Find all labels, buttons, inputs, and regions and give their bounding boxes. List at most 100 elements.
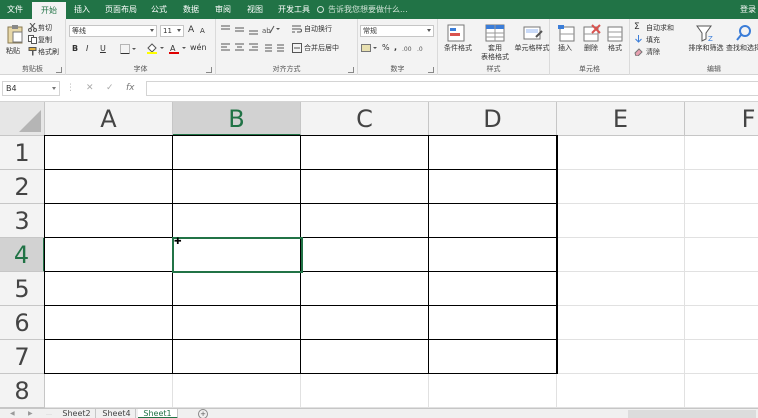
cell-c1[interactable] — [301, 136, 429, 170]
italic-button[interactable]: I — [86, 44, 88, 53]
cell-a2[interactable] — [45, 170, 173, 204]
copy-icon[interactable] — [28, 35, 37, 44]
cell-c4[interactable] — [301, 238, 429, 272]
tell-me-search[interactable]: 告诉我您想要做什么... — [317, 0, 408, 19]
conditional-format-button[interactable]: 条件格式 — [438, 44, 478, 53]
format-as-table-label-2[interactable]: 表格格式 — [476, 53, 514, 62]
sheet-next-icon[interactable]: ▶ — [28, 409, 33, 418]
borders-icon[interactable] — [120, 44, 136, 54]
tab-formulas[interactable]: 公式 — [146, 0, 172, 19]
cell-b3[interactable] — [173, 204, 301, 238]
comma-button[interactable]: , — [394, 43, 397, 52]
cell-c5[interactable] — [301, 272, 429, 306]
underline-button[interactable]: U — [100, 44, 106, 53]
merge-center-button[interactable]: 合并后居中 — [304, 43, 339, 53]
cell-e6[interactable] — [557, 306, 685, 340]
copy-button[interactable]: 复制 — [38, 35, 52, 45]
select-all-button[interactable] — [0, 102, 45, 136]
sheet-tab-sheet4[interactable]: Sheet4 — [98, 409, 136, 418]
cell-d5[interactable] — [429, 272, 557, 306]
cell-d1[interactable] — [429, 136, 557, 170]
insert-cells-icon[interactable] — [556, 23, 578, 43]
sheet-prev-icon[interactable]: ◀ — [10, 409, 15, 418]
alignment-launcher-icon[interactable] — [348, 67, 354, 73]
sort-filter-icon[interactable]: Z — [694, 23, 716, 43]
cell-a5[interactable] — [45, 272, 173, 306]
row-header-7[interactable]: 7 — [0, 340, 45, 374]
fill-button[interactable]: 填充 — [646, 35, 660, 45]
cell-d3[interactable] — [429, 204, 557, 238]
cell-a6[interactable] — [45, 306, 173, 340]
cell-e3[interactable] — [557, 204, 685, 238]
wrap-text-icon[interactable] — [292, 24, 302, 34]
sort-filter-button[interactable]: 排序和筛选 — [684, 44, 728, 53]
cell-e7[interactable] — [557, 340, 685, 374]
column-header-b[interactable]: B — [173, 102, 301, 136]
cancel-icon[interactable]: ✕ — [86, 81, 94, 96]
percent-button[interactable]: % — [382, 43, 390, 52]
cell-b7[interactable] — [173, 340, 301, 374]
cell-c6[interactable] — [301, 306, 429, 340]
font-size-select[interactable]: 11 — [160, 25, 184, 37]
tab-view[interactable]: 视图 — [242, 0, 268, 19]
format-as-table-icon[interactable] — [484, 23, 506, 43]
active-cell[interactable] — [172, 237, 303, 273]
paste-button-label[interactable]: 粘贴 — [6, 46, 20, 56]
cell-b6[interactable] — [173, 306, 301, 340]
row-header-4[interactable]: 4 — [0, 238, 45, 272]
format-painter-button[interactable]: 格式刷 — [38, 47, 59, 57]
sigma-icon[interactable]: Σ — [634, 22, 640, 32]
horizontal-align-icons[interactable] — [220, 43, 260, 53]
number-format-select[interactable]: 常规 — [360, 25, 434, 37]
cell-c8[interactable] — [301, 374, 429, 408]
cell-d2[interactable] — [429, 170, 557, 204]
column-header-a[interactable]: A — [45, 102, 173, 136]
cut-button[interactable]: 剪切 — [38, 23, 52, 33]
cell-b2[interactable] — [173, 170, 301, 204]
cell-c3[interactable] — [301, 204, 429, 238]
delete-cells-icon[interactable] — [580, 23, 602, 43]
cell-f2[interactable] — [685, 170, 758, 204]
format-painter-icon[interactable] — [28, 47, 37, 56]
font-color-icon[interactable]: A — [168, 43, 186, 54]
currency-icon[interactable] — [361, 43, 377, 53]
tab-data[interactable]: 数据 — [178, 0, 204, 19]
cell-a8[interactable] — [45, 374, 173, 408]
paste-icon[interactable] — [6, 24, 24, 44]
column-header-f[interactable]: F — [685, 102, 758, 136]
cell-a1[interactable] — [45, 136, 173, 170]
clipboard-launcher-icon[interactable] — [56, 67, 62, 73]
cell-e2[interactable] — [557, 170, 685, 204]
bold-button[interactable]: B — [72, 44, 78, 53]
wrap-text-button[interactable]: 自动换行 — [304, 24, 332, 34]
scissors-icon[interactable] — [28, 23, 37, 32]
sheet-more-icon[interactable]: … — [46, 409, 52, 418]
cell-a3[interactable] — [45, 204, 173, 238]
font-launcher-icon[interactable] — [206, 67, 212, 73]
cell-e8[interactable] — [557, 374, 685, 408]
clear-button[interactable]: 清除 — [646, 47, 660, 57]
cell-styles-button[interactable]: 单元格样式 — [510, 44, 554, 53]
cell-d7[interactable] — [429, 340, 557, 374]
column-header-e[interactable]: E — [557, 102, 685, 136]
login-link[interactable]: 登录 — [740, 0, 756, 19]
formula-bar-splitter-icon[interactable]: ⋮ — [66, 81, 75, 96]
row-header-8[interactable]: 8 — [0, 374, 45, 408]
cell-b8[interactable] — [173, 374, 301, 408]
indent-icons[interactable] — [262, 43, 286, 53]
cell-a4[interactable] — [45, 238, 173, 272]
cell-f5[interactable] — [685, 272, 758, 306]
cell-e1[interactable] — [557, 136, 685, 170]
cell-e4[interactable] — [557, 238, 685, 272]
grow-font-button[interactable]: A — [188, 25, 194, 35]
tab-developer[interactable]: 开发工具 — [274, 0, 314, 19]
tab-file[interactable]: 文件 — [0, 0, 30, 19]
cell-f8[interactable] — [685, 374, 758, 408]
fill-color-icon[interactable] — [146, 43, 164, 54]
cell-d8[interactable] — [429, 374, 557, 408]
formula-input[interactable] — [146, 81, 758, 96]
row-header-1[interactable]: 1 — [0, 136, 45, 170]
tab-page-layout[interactable]: 页面布局 — [100, 0, 142, 19]
autosum-button[interactable]: 自动求和 — [646, 23, 674, 33]
column-header-d[interactable]: D — [429, 102, 557, 136]
